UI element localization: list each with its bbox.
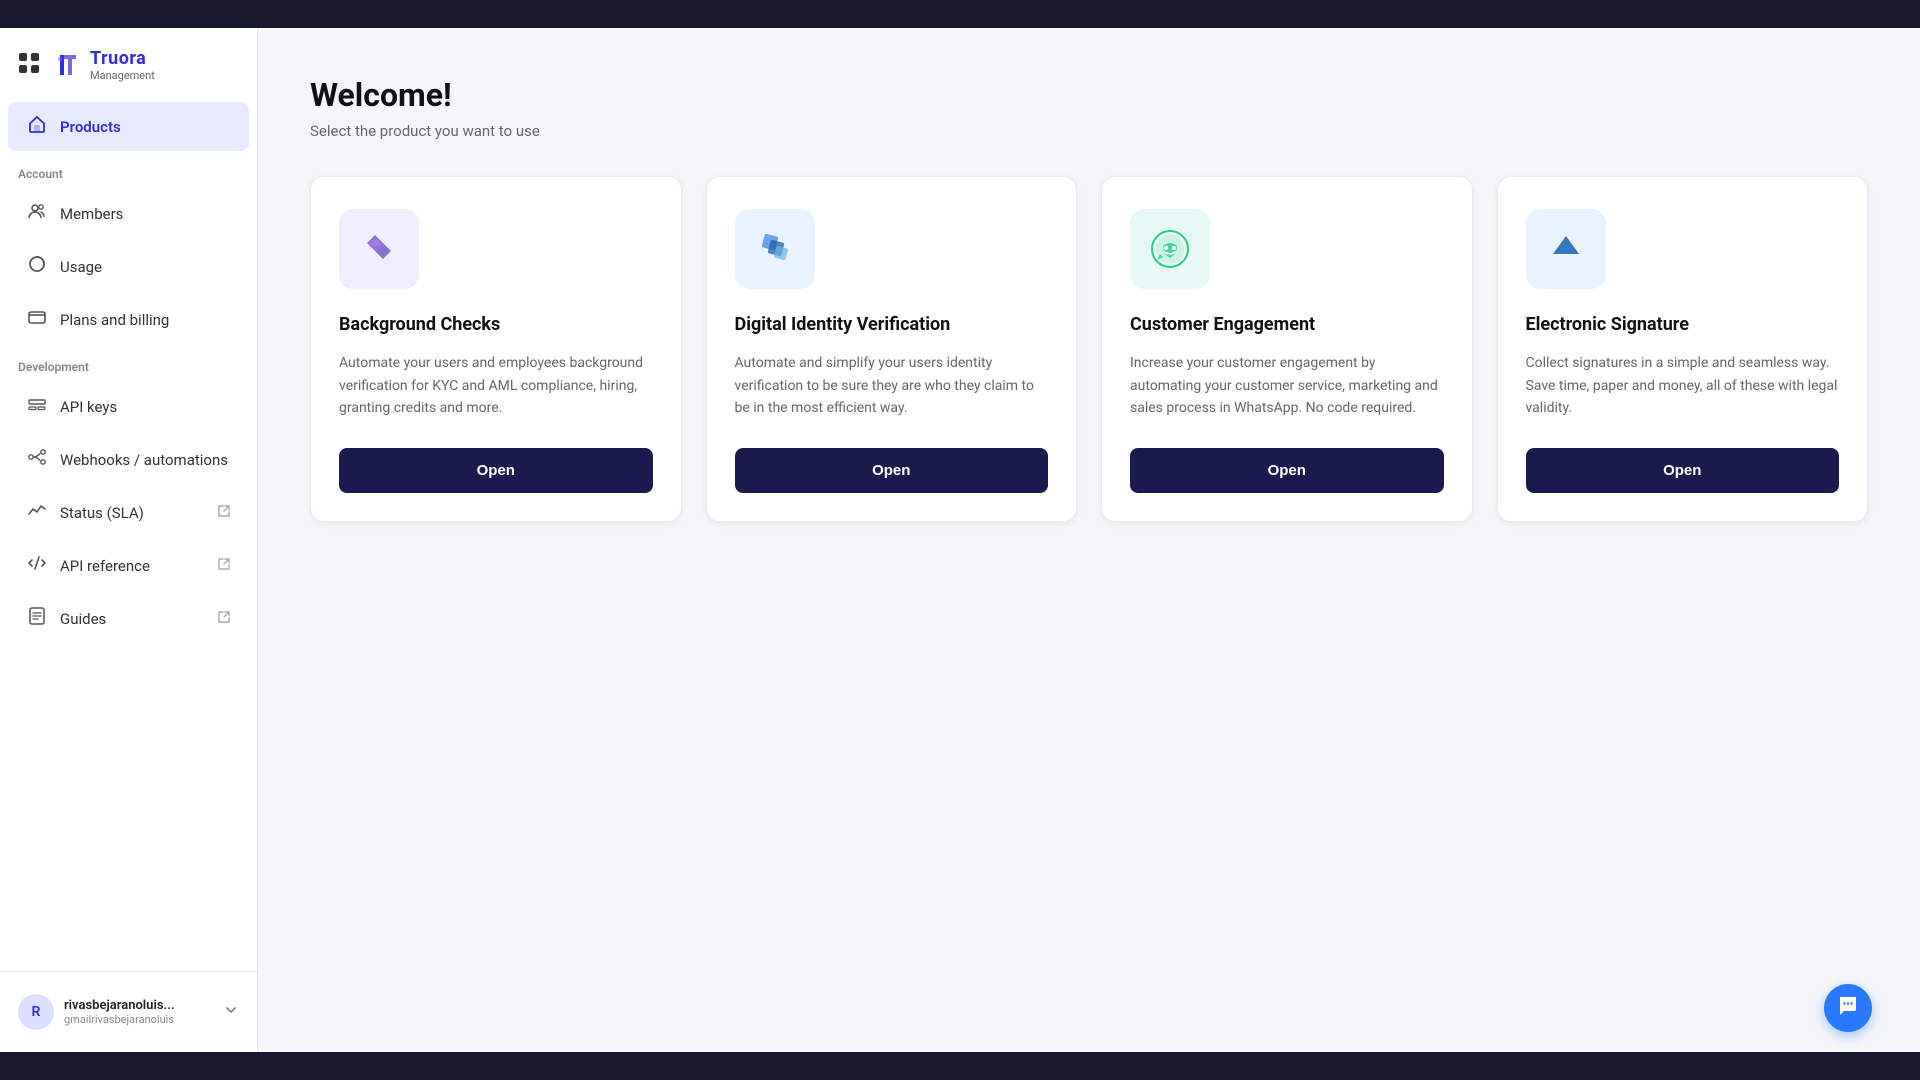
logo-text: Truora Management <box>90 48 155 82</box>
sidebar-item-api-keys[interactable]: API keys <box>8 382 249 431</box>
sidebar-item-webhooks[interactable]: Webhooks / automations <box>8 435 249 484</box>
customer-engagement-description: Increase your customer engagement by aut… <box>1130 352 1444 419</box>
customer-engagement-title: Customer Engagement <box>1130 313 1444 336</box>
electronic-signature-open-button[interactable]: Open <box>1526 448 1840 493</box>
external-link-icon-status <box>217 504 231 522</box>
digital-identity-icon <box>751 225 799 273</box>
plans-billing-label: Plans and billing <box>60 311 169 329</box>
main-content: Welcome! Select the product you want to … <box>258 28 1920 1052</box>
electronic-signature-title: Electronic Signature <box>1526 313 1840 336</box>
digital-identity-open-button[interactable]: Open <box>735 448 1049 493</box>
external-link-icon-guides <box>217 610 231 628</box>
background-checks-icon-wrapper <box>339 209 419 289</box>
sidebar-footer: R rivasbejaranoluis... gmailrivasbejaran… <box>0 971 257 1052</box>
user-avatar: R <box>18 994 54 1030</box>
sidebar: Truora Management Products Account <box>0 28 258 1052</box>
logo-name: Truora <box>90 48 155 69</box>
products-label: Products <box>60 118 121 136</box>
user-email: gmailrivasbejaranoluis <box>64 1013 213 1026</box>
truora-logo-icon <box>52 49 84 81</box>
customer-engagement-open-button[interactable]: Open <box>1130 448 1444 493</box>
sidebar-header: Truora Management <box>0 28 257 100</box>
bottom-bar <box>0 1052 1920 1080</box>
chat-bubble-icon <box>1836 993 1860 1023</box>
members-label: Members <box>60 205 123 223</box>
guides-label: Guides <box>60 610 106 628</box>
home-icon <box>26 114 48 139</box>
logo: Truora Management <box>52 48 155 82</box>
api-ref-icon <box>26 553 48 578</box>
page-subtitle: Select the product you want to use <box>310 122 1868 140</box>
products-grid: Background Checks Automate your users an… <box>310 176 1868 522</box>
product-card-electronic-signature: Electronic Signature Collect signatures … <box>1497 176 1869 522</box>
user-name: rivasbejaranoluis... <box>64 998 213 1013</box>
sidebar-item-guides[interactable]: Guides <box>8 594 249 643</box>
electronic-signature-icon <box>1541 224 1591 274</box>
webhooks-label: Webhooks / automations <box>60 451 228 469</box>
page-title: Welcome! <box>310 76 1868 114</box>
chat-bubble-button[interactable] <box>1824 984 1872 1032</box>
customer-engagement-icon <box>1145 224 1195 274</box>
sidebar-item-status-sla[interactable]: Status (SLA) <box>8 488 249 537</box>
card-icon <box>26 307 48 332</box>
background-checks-icon <box>355 225 403 273</box>
electronic-signature-description: Collect signatures in a simple and seaml… <box>1526 352 1840 419</box>
usage-label: Usage <box>60 258 102 276</box>
sidebar-item-plans-billing[interactable]: Plans and billing <box>8 295 249 344</box>
account-section-label: Account <box>0 153 257 187</box>
guides-icon <box>26 606 48 631</box>
logo-sub: Management <box>90 69 155 82</box>
background-checks-title: Background Checks <box>339 313 653 336</box>
status-icon <box>26 500 48 525</box>
top-bar <box>0 0 1920 28</box>
chevron-down-icon <box>223 1002 239 1022</box>
external-link-icon-api <box>217 557 231 575</box>
status-sla-label: Status (SLA) <box>60 504 144 522</box>
product-card-digital-identity: Digital Identity Verification Automate a… <box>706 176 1078 522</box>
development-section-label: Development <box>0 346 257 380</box>
electronic-signature-icon-wrapper <box>1526 209 1606 289</box>
background-checks-description: Automate your users and employees backgr… <box>339 352 653 419</box>
product-card-customer-engagement: Customer Engagement Increase your custom… <box>1101 176 1473 522</box>
sidebar-item-api-reference[interactable]: API reference <box>8 541 249 590</box>
api-reference-label: API reference <box>60 557 150 575</box>
sidebar-item-products[interactable]: Products <box>8 102 249 151</box>
digital-identity-title: Digital Identity Verification <box>735 313 1049 336</box>
people-icon <box>26 201 48 226</box>
sidebar-item-usage[interactable]: Usage <box>8 242 249 291</box>
background-checks-open-button[interactable]: Open <box>339 448 653 493</box>
sidebar-item-members[interactable]: Members <box>8 189 249 238</box>
api-icon <box>26 394 48 419</box>
webhook-icon <box>26 447 48 472</box>
user-menu[interactable]: R rivasbejaranoluis... gmailrivasbejaran… <box>10 984 247 1040</box>
product-card-background-checks: Background Checks Automate your users an… <box>310 176 682 522</box>
user-info: rivasbejaranoluis... gmailrivasbejaranol… <box>64 998 213 1026</box>
circle-icon <box>26 254 48 279</box>
api-keys-label: API keys <box>60 398 117 416</box>
grid-icon[interactable] <box>18 52 40 79</box>
digital-identity-description: Automate and simplify your users identit… <box>735 352 1049 419</box>
digital-identity-icon-wrapper <box>735 209 815 289</box>
customer-engagement-icon-wrapper <box>1130 209 1210 289</box>
